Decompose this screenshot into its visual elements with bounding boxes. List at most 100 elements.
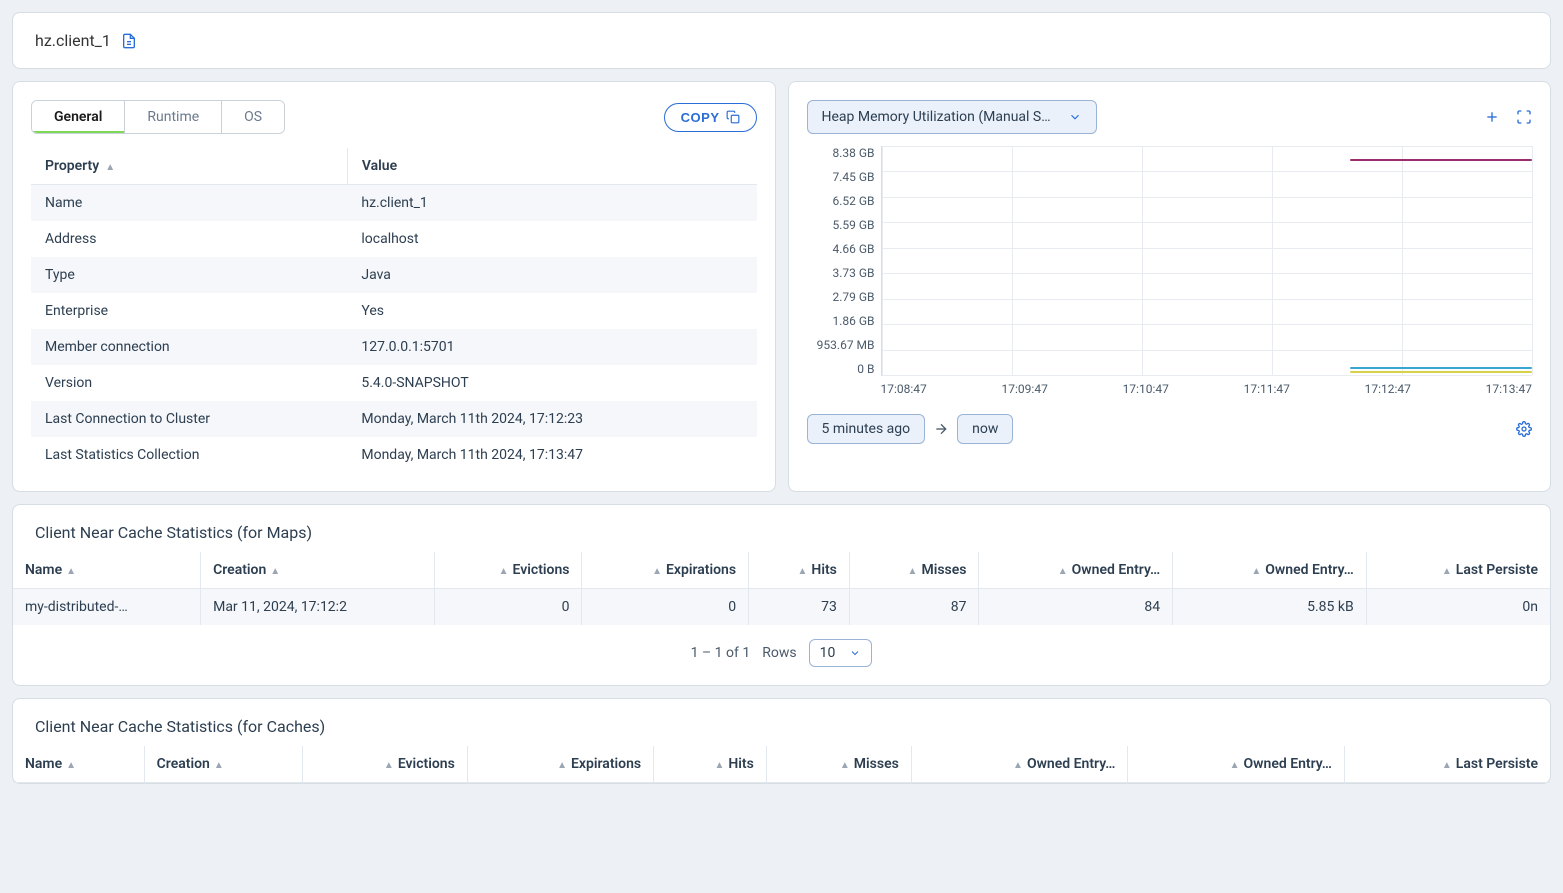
table-row: Namehz.client_1	[31, 185, 757, 222]
y-tick: 5.59 GB	[832, 218, 874, 232]
sort-icon: ▲	[1230, 760, 1240, 771]
y-tick: 7.45 GB	[832, 170, 874, 184]
cell-property: Type	[31, 257, 347, 293]
sort-icon: ▲	[908, 566, 918, 577]
copy-button[interactable]: COPY	[664, 103, 757, 132]
caches-stats-card: Client Near Cache Statistics (for Caches…	[12, 698, 1551, 784]
maps-pager: 1 – 1 of 1 Rows 10	[13, 625, 1550, 685]
page-header: hz.client_1	[12, 12, 1551, 69]
cell-property: Name	[31, 185, 347, 222]
tab-os[interactable]: OS	[222, 101, 284, 133]
cell-hits: 73	[749, 589, 850, 626]
chevron-down-icon	[849, 647, 861, 659]
table-row: my-distributed-…Mar 11, 2024, 17:12:2007…	[13, 589, 1550, 626]
x-tick: 17:12:47	[1365, 382, 1411, 396]
cell-property: Address	[31, 221, 347, 257]
chart-metric-selector[interactable]: Heap Memory Utilization (Manual Selec…	[807, 100, 1097, 134]
cell-value: hz.client_1	[347, 185, 756, 222]
gear-icon[interactable]	[1516, 421, 1532, 437]
cell-property: Version	[31, 365, 347, 401]
cell-creation: Mar 11, 2024, 17:12:2	[201, 589, 435, 626]
table-row: EnterpriseYes	[31, 293, 757, 329]
y-tick: 0 B	[857, 362, 874, 376]
add-chart-icon[interactable]	[1484, 109, 1500, 125]
col-head[interactable]: ▲Expirations	[582, 552, 749, 589]
col-head[interactable]: ▲Hits	[654, 746, 767, 783]
col-head[interactable]: ▲Misses	[766, 746, 911, 783]
col-head[interactable]: ▲Owned Entry…	[1128, 746, 1345, 783]
sort-icon: ▲	[66, 760, 76, 771]
maps-stats-title: Client Near Cache Statistics (for Maps)	[13, 505, 1550, 552]
x-tick: 17:10:47	[1123, 382, 1169, 396]
sort-icon: ▲	[499, 566, 509, 577]
time-range-from[interactable]: 5 minutes ago	[807, 414, 926, 444]
tab-general[interactable]: General	[32, 101, 125, 133]
sort-icon: ▲	[652, 566, 662, 577]
col-head[interactable]: ▲Last Persiste	[1366, 552, 1550, 589]
cell-property: Enterprise	[31, 293, 347, 329]
col-head[interactable]: ▲Last Persiste	[1344, 746, 1550, 783]
chart-card: Heap Memory Utilization (Manual Selec… 8…	[788, 81, 1552, 492]
y-tick: 4.66 GB	[832, 242, 874, 256]
cell-value: Java	[347, 257, 756, 293]
details-tabs: General Runtime OS	[31, 100, 285, 134]
cell-owned-mem: 5.85 kB	[1173, 589, 1367, 626]
col-head[interactable]: ▲Owned Entry…	[979, 552, 1173, 589]
caches-stats-title: Client Near Cache Statistics (for Caches…	[13, 699, 1550, 746]
maps-stats-card: Client Near Cache Statistics (for Maps) …	[12, 504, 1551, 686]
sort-icon: ▲	[1442, 566, 1452, 577]
col-head[interactable]: ▲Hits	[749, 552, 850, 589]
sort-icon: ▲	[1013, 760, 1023, 771]
fullscreen-icon[interactable]	[1516, 109, 1532, 125]
cell-misses: 87	[849, 589, 979, 626]
tab-runtime[interactable]: Runtime	[125, 101, 222, 133]
col-head[interactable]: ▲Evictions	[303, 746, 468, 783]
col-head[interactable]: Name▲	[13, 746, 144, 783]
sort-icon: ▲	[1058, 566, 1068, 577]
col-property[interactable]: Property▲	[31, 148, 347, 185]
details-card: General Runtime OS COPY Property▲ Value	[12, 81, 776, 492]
sort-icon: ▲	[557, 760, 567, 771]
table-row: Last Statistics CollectionMonday, March …	[31, 437, 757, 473]
sort-icon: ▲	[798, 566, 808, 577]
col-value[interactable]: Value	[347, 148, 756, 185]
x-tick: 17:09:47	[1002, 382, 1048, 396]
chart-metric-label: Heap Memory Utilization (Manual Selec…	[822, 109, 1054, 125]
col-head[interactable]: ▲Evictions	[435, 552, 582, 589]
series-heap-max	[1350, 159, 1532, 161]
cell-last-persist: 0n	[1366, 589, 1550, 626]
x-tick: 17:13:47	[1486, 382, 1532, 396]
page-title: hz.client_1	[35, 31, 111, 50]
sort-icon: ▲	[214, 760, 224, 771]
sort-icon: ▲	[714, 760, 724, 771]
time-range-to[interactable]: now	[957, 414, 1013, 444]
table-row: Version5.4.0-SNAPSHOT	[31, 365, 757, 401]
x-tick: 17:11:47	[1244, 382, 1290, 396]
cell-value: Monday, March 11th 2024, 17:13:47	[347, 437, 756, 473]
table-row: Member connection127.0.0.1:5701	[31, 329, 757, 365]
sort-icon: ▲	[270, 566, 280, 577]
arrow-right-icon	[933, 421, 949, 437]
document-icon[interactable]	[121, 33, 137, 49]
y-tick: 953.67 MB	[817, 338, 875, 352]
col-head[interactable]: Name▲	[13, 552, 201, 589]
chevron-down-icon	[1068, 110, 1082, 124]
col-head[interactable]: ▲Owned Entry…	[1173, 552, 1367, 589]
col-head[interactable]: Creation▲	[201, 552, 435, 589]
copy-button-label: COPY	[681, 110, 720, 125]
col-head[interactable]: ▲Expirations	[467, 746, 653, 783]
x-tick: 17:08:47	[881, 382, 927, 396]
cell-evictions: 0	[435, 589, 582, 626]
table-row: TypeJava	[31, 257, 757, 293]
y-tick: 8.38 GB	[832, 146, 874, 160]
rows-per-page-select[interactable]: 10	[809, 639, 873, 667]
sort-icon: ▲	[1442, 760, 1452, 771]
series-heap-used-a	[1350, 367, 1532, 369]
chart-plot: 8.38 GB7.45 GB6.52 GB5.59 GB4.66 GB3.73 …	[807, 146, 1533, 376]
caches-stats-table: Name▲Creation▲▲Evictions▲Expirations▲Hit…	[13, 746, 1550, 783]
col-head[interactable]: ▲Owned Entry…	[911, 746, 1128, 783]
table-row: Last Connection to ClusterMonday, March …	[31, 401, 757, 437]
col-head[interactable]: ▲Misses	[849, 552, 979, 589]
pager-range: 1 – 1 of 1	[691, 645, 751, 661]
col-head[interactable]: Creation▲	[144, 746, 302, 783]
